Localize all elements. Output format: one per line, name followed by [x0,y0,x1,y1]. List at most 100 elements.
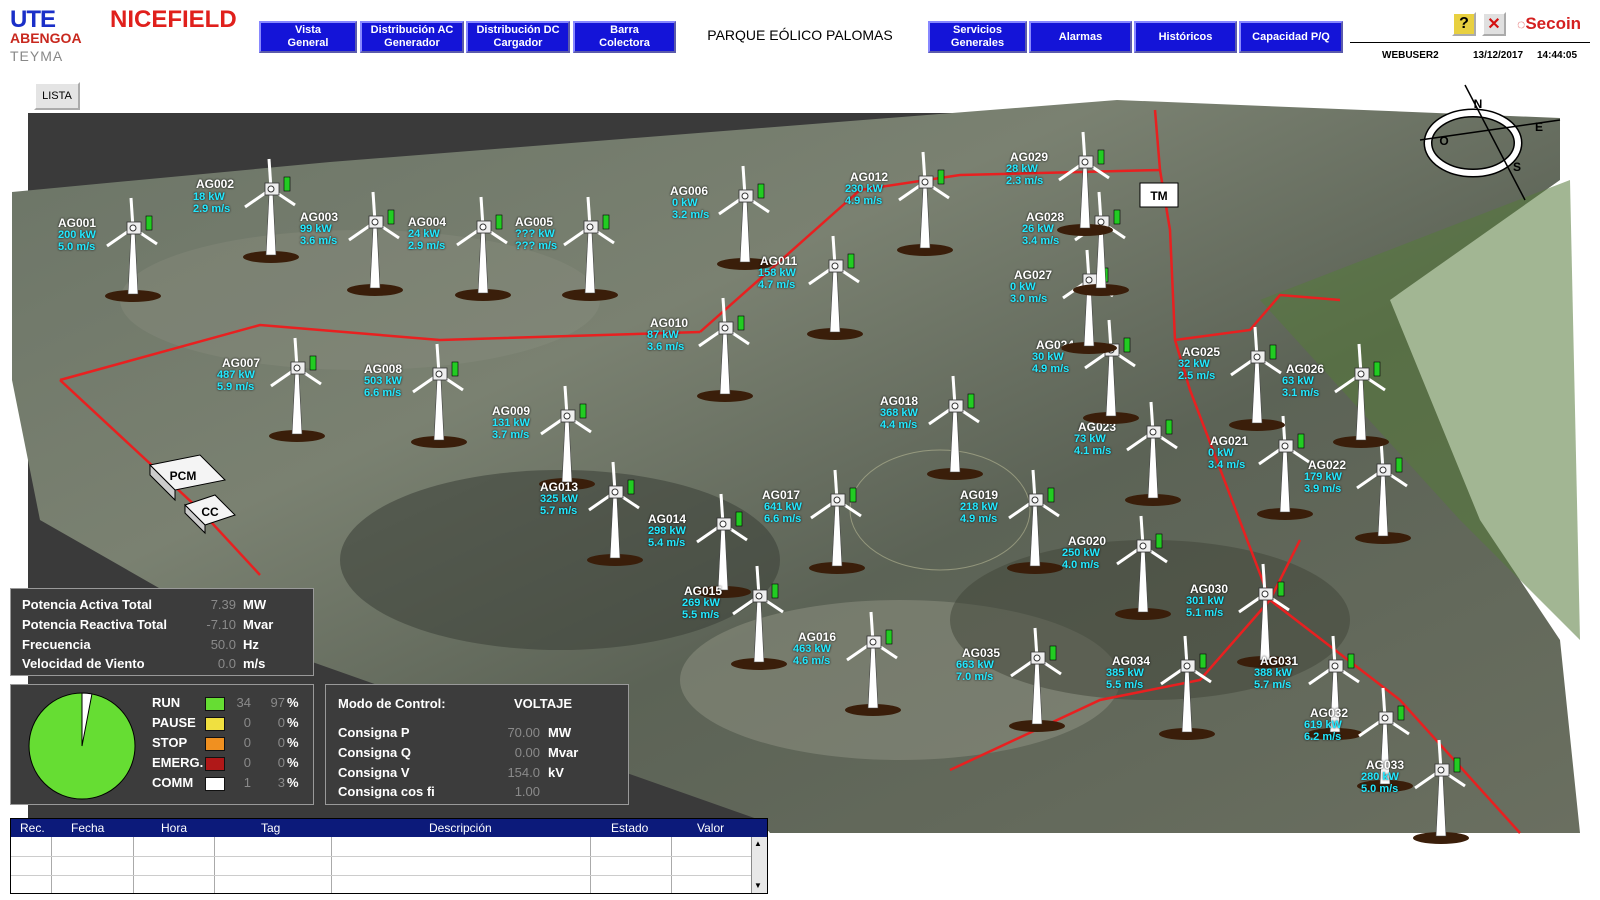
turbine-power: 73 kW [1074,433,1106,445]
turbine-readings: 503 kW 6.6 m/s [364,375,402,399]
turbine-power: 63 kW [1282,375,1314,387]
wind-turbine-icon [1057,131,1113,236]
turbine-name: AG011 [760,254,798,268]
turbine-name: AG034 [1112,654,1151,668]
turbine-power: 24 kW [408,228,440,240]
turbine-power: 230 kW [845,183,883,195]
building-tm: TM [1139,182,1179,208]
status-panel: RUN 34 97% PAUSE 0 0% STOP 0 0% EMERG. 0 0% COMM 1 3% [10,684,314,805]
turbine-readings: 73 kW 4.1 m/s [1074,433,1111,457]
total-value: -7.10 [206,617,236,632]
scroll-down-icon[interactable]: ▼ [754,881,762,890]
turbine-name: AG009 [492,404,531,418]
turbine-name: AG003 [300,210,339,224]
turbine-wind-speed: 3.6 m/s [647,341,685,353]
scroll-up-icon[interactable]: ▲ [754,839,762,848]
turbine-name: AG015 [684,584,723,598]
table-col-divider [331,837,332,893]
status-color-swatch [205,717,225,731]
turbine-power: 663 kW [956,659,994,671]
turbine-readings: 368 kW 4.4 m/s [880,407,918,431]
turbine-name: AG017 [762,488,801,502]
turbine-readings: 18 kW 2.9 m/s [193,191,230,215]
turbine-readings: 619 kW 6.2 m/s [1304,719,1342,743]
turbine-power: 368 kW [880,407,918,419]
lista-button[interactable]: LISTA [34,82,80,110]
turbine-power: 158 kW [758,267,796,279]
col-rec: Rec. [20,821,45,835]
turbine-power: 87 kW [647,329,679,341]
turbine-name: AG018 [880,394,919,408]
col-descripcion: Descripción [429,821,492,835]
turbine-name: AG020 [1068,534,1107,548]
turbine-wind-speed: 2.9 m/s [408,240,446,252]
tm-label: TM [1150,189,1167,203]
turbine-wind-speed: 6.6 m/s [764,513,802,525]
turbine-wind-speed: 4.4 m/s [880,419,918,431]
turbine-readings: 32 kW 2.5 m/s [1178,358,1215,382]
turbine-name: AG014 [648,512,687,526]
turbine-power: 18 kW [193,191,225,203]
wind-turbine-icon [697,297,753,402]
compass-e: E [1535,120,1543,134]
turbine-readings: 131 kW 3.7 m/s [492,417,530,441]
turbine-wind-speed: 3.2 m/s [672,209,710,221]
consigna-label: Consigna Q [338,745,411,760]
turbine-power: 641 kW [764,501,802,513]
status-percent: 0 [277,755,285,770]
turbine-name: AG022 [1308,458,1347,472]
turbine-readings: 218 kW 4.9 m/s [960,501,998,525]
consigna-value: 154.0 [507,765,540,780]
turbine-readings: 385 kW 5.5 m/s [1106,667,1144,691]
turbine-wind-speed: 3.9 m/s [1304,483,1342,495]
turbine-wind-speed: 3.4 m/s [1208,459,1246,471]
status-label: RUN [152,695,181,710]
turbine-wind-speed: 3.7 m/s [492,429,530,441]
turbine-wind-speed: 5.9 m/s [217,381,255,393]
turbine-wind-speed: 4.1 m/s [1074,445,1112,457]
turbine-power: 32 kW [1178,358,1210,370]
turbine-readings: 0 kW 3.2 m/s [672,197,709,221]
control-panel: Modo de Control: VOLTAJE Consigna P 70.0… [325,684,629,805]
turbine-name: AG031 [1260,654,1299,668]
total-value: 50.0 [210,637,236,652]
consigna-value: 70.00 [507,725,540,740]
wind-turbine-icon [1009,627,1065,732]
turbine-name: AG001 [58,216,97,230]
turbine-name: AG019 [960,488,999,502]
consigna-label: Consigna P [338,725,410,740]
turbine-wind-speed: 2.5 m/s [1178,370,1216,382]
wind-turbine-icon [807,235,863,340]
wind-turbine-icon [927,375,983,480]
turbine-power: 301 kW [1186,595,1224,607]
pcm-label: PCM [170,469,197,483]
table-col-divider [214,837,215,893]
cc-label: CC [201,505,219,519]
turbine-wind-speed: 4.9 m/s [1032,363,1070,375]
table-row[interactable] [11,875,751,876]
turbine-readings: 325 kW 5.7 m/s [540,493,578,517]
total-unit: m/s [243,656,266,671]
turbine-wind-speed: 4.6 m/s [793,655,831,667]
wind-turbine-icon [1355,439,1411,544]
col-valor: Valor [697,821,725,835]
turbine-wind-speed: 5.5 m/s [682,609,720,621]
turbine-wind-speed: 5.0 m/s [1361,783,1399,795]
total-unit: Hz [243,637,259,652]
table-col-divider [133,837,134,893]
turbine-power: 0 kW [1208,447,1234,459]
turbine-power: 269 kW [682,597,720,609]
status-count: 0 [243,715,251,730]
turbine-wind-speed: 5.7 m/s [1254,679,1292,691]
turbine-name: AG026 [1286,362,1325,376]
turbine-readings: 463 kW 4.6 m/s [793,643,831,667]
turbine-power: 463 kW [793,643,831,655]
status-label: COMM [152,775,194,790]
col-fecha: Fecha [71,821,105,835]
turbine-wind-speed: 3.4 m/s [1022,235,1060,247]
turbine-readings: 641 kW 6.6 m/s [764,501,802,525]
turbine-readings: 487 kW 5.9 m/s [217,369,255,393]
turbine-power: 26 kW [1022,223,1054,235]
events-scrollbar[interactable]: ▲ ▼ [751,837,767,893]
table-row[interactable] [11,856,751,857]
